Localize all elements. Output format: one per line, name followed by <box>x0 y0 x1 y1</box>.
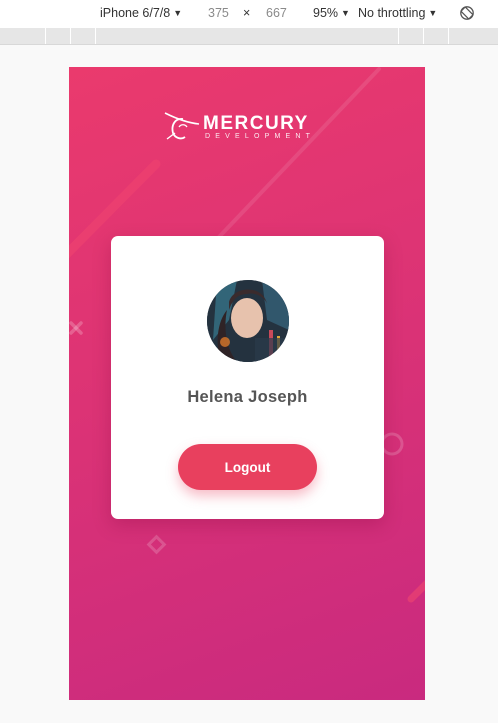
avatar <box>207 280 289 362</box>
device-ruler <box>0 28 498 45</box>
avatar-image <box>207 280 289 362</box>
zoom-select-label: 95% <box>313 6 339 20</box>
viewport-height-input[interactable]: 667 <box>266 6 287 20</box>
device-viewport: MERCURY DEVELOPMENT Helena Joseph Logout <box>69 67 425 700</box>
rocket-icon <box>164 112 200 140</box>
viewport-width-input[interactable]: 375 <box>208 6 229 20</box>
throttling-select[interactable]: No throttling ▼ <box>358 6 437 20</box>
logo-name: MERCURY <box>203 113 309 134</box>
caret-down-icon: ▼ <box>173 8 183 18</box>
dimension-separator: × <box>243 6 251 20</box>
profile-name: Helena Joseph <box>187 388 308 406</box>
device-select-label: iPhone 6/7/8 <box>100 6 171 20</box>
logout-button[interactable]: Logout <box>178 444 317 490</box>
profile-card: Helena Joseph Logout <box>111 236 384 519</box>
mercury-logo: MERCURY DEVELOPMENT <box>161 109 335 143</box>
logo-tagline: DEVELOPMENT <box>205 133 316 140</box>
caret-down-icon: ▼ <box>428 8 438 18</box>
rotate-icon[interactable] <box>459 5 475 21</box>
devtools-toolbar: iPhone 6/7/8 ▼ 375 × 667 95% ▼ No throttli… <box>0 0 498 28</box>
caret-down-icon: ▼ <box>341 8 350 18</box>
device-select[interactable]: iPhone 6/7/8 ▼ <box>100 6 182 20</box>
throttling-select-label: No throttling <box>358 6 426 20</box>
zoom-select[interactable]: 95% ▼ <box>313 6 350 20</box>
